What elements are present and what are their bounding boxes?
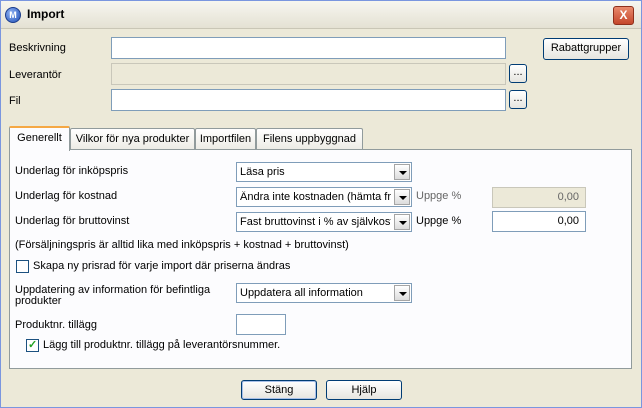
leverantor-input[interactable] — [111, 63, 506, 85]
inkopspris-label: Underlag för inköpspris — [15, 165, 129, 177]
tab-filens-uppbyggnad[interactable]: Filens uppbyggnad — [256, 128, 363, 150]
chevron-down-icon[interactable] — [394, 164, 410, 180]
fil-label: Fil — [9, 95, 21, 107]
fil-browse-button[interactable]: ... — [509, 90, 527, 109]
import-window: M Import X Beskrivning Rabattgrupper Lev… — [0, 0, 642, 408]
close-button[interactable]: X — [613, 6, 634, 25]
tab-generellt[interactable]: Generellt — [9, 126, 70, 151]
uppdatering-select[interactable]: Uppdatera all information — [236, 283, 412, 303]
bruttovinst-value: Fast bruttovinst i % av självkostr — [240, 216, 391, 228]
app-icon: M — [5, 7, 21, 23]
generellt-panel: Underlag för inköpspris Läsa pris Underl… — [9, 149, 632, 369]
title-bar: M Import X — [1, 1, 641, 29]
leverantor-label: Leverantör — [9, 69, 62, 81]
window-title: Import — [27, 7, 65, 21]
tab-importfilen[interactable]: Importfilen — [195, 128, 256, 150]
inkopspris-select[interactable]: Läsa pris — [236, 162, 412, 182]
tab-vilkor-nya-produkter[interactable]: Vilkor för nya produkter — [70, 128, 195, 150]
produktnr-tillagg-input[interactable] — [236, 314, 286, 335]
beskrivning-input[interactable] — [111, 37, 506, 59]
kostnad-uppge-input[interactable]: 0,00 — [492, 187, 586, 208]
stang-label: Stäng — [264, 384, 294, 396]
hjalp-button[interactable]: Hjälp — [326, 380, 402, 400]
skapa-prisrad-label: Skapa ny prisrad för varje import där pr… — [33, 260, 291, 272]
forsaljningspris-note: (Försäljningspris är alltid lika med ink… — [15, 239, 349, 251]
kostnad-select[interactable]: Ändra inte kostnaden (hämta frå — [236, 187, 412, 207]
lagg-till-label: Lägg till produktnr. tillägg på leverant… — [43, 339, 281, 351]
kostnad-label: Underlag för kostnad — [15, 190, 118, 202]
hjalp-label: Hjälp — [351, 384, 377, 396]
bruttovinst-uppge-input[interactable]: 0,00 — [492, 211, 586, 232]
skapa-prisrad-checkbox[interactable] — [16, 260, 29, 273]
kostnad-value: Ändra inte kostnaden (hämta frå — [240, 191, 391, 203]
lagg-till-checkbox[interactable] — [26, 338, 39, 352]
bruttovinst-uppge-label: Uppge % — [416, 215, 462, 227]
inkopspris-value: Läsa pris — [240, 166, 285, 178]
beskrivning-label: Beskrivning — [9, 42, 66, 54]
chevron-down-icon[interactable] — [394, 285, 410, 301]
stang-button[interactable]: Stäng — [241, 380, 317, 400]
close-icon: X — [619, 8, 628, 22]
produktnr-tillagg-label: Produktnr. tillägg — [15, 319, 97, 331]
bruttovinst-label: Underlag för bruttovinst — [15, 215, 130, 227]
chevron-down-icon[interactable] — [394, 214, 410, 230]
rabattgrupper-label: Rabattgrupper — [550, 42, 622, 54]
chevron-down-icon[interactable] — [394, 189, 410, 205]
uppdatering-value: Uppdatera all information — [240, 287, 363, 299]
rabattgrupper-button[interactable]: Rabattgrupper — [543, 38, 629, 60]
bruttovinst-select[interactable]: Fast bruttovinst i % av självkostr — [236, 212, 412, 232]
leverantor-browse-button[interactable]: ... — [509, 64, 527, 83]
kostnad-uppge-label: Uppge % — [416, 190, 462, 202]
fil-input[interactable] — [111, 89, 506, 111]
uppdatering-label-line2: produkter — [15, 295, 62, 307]
